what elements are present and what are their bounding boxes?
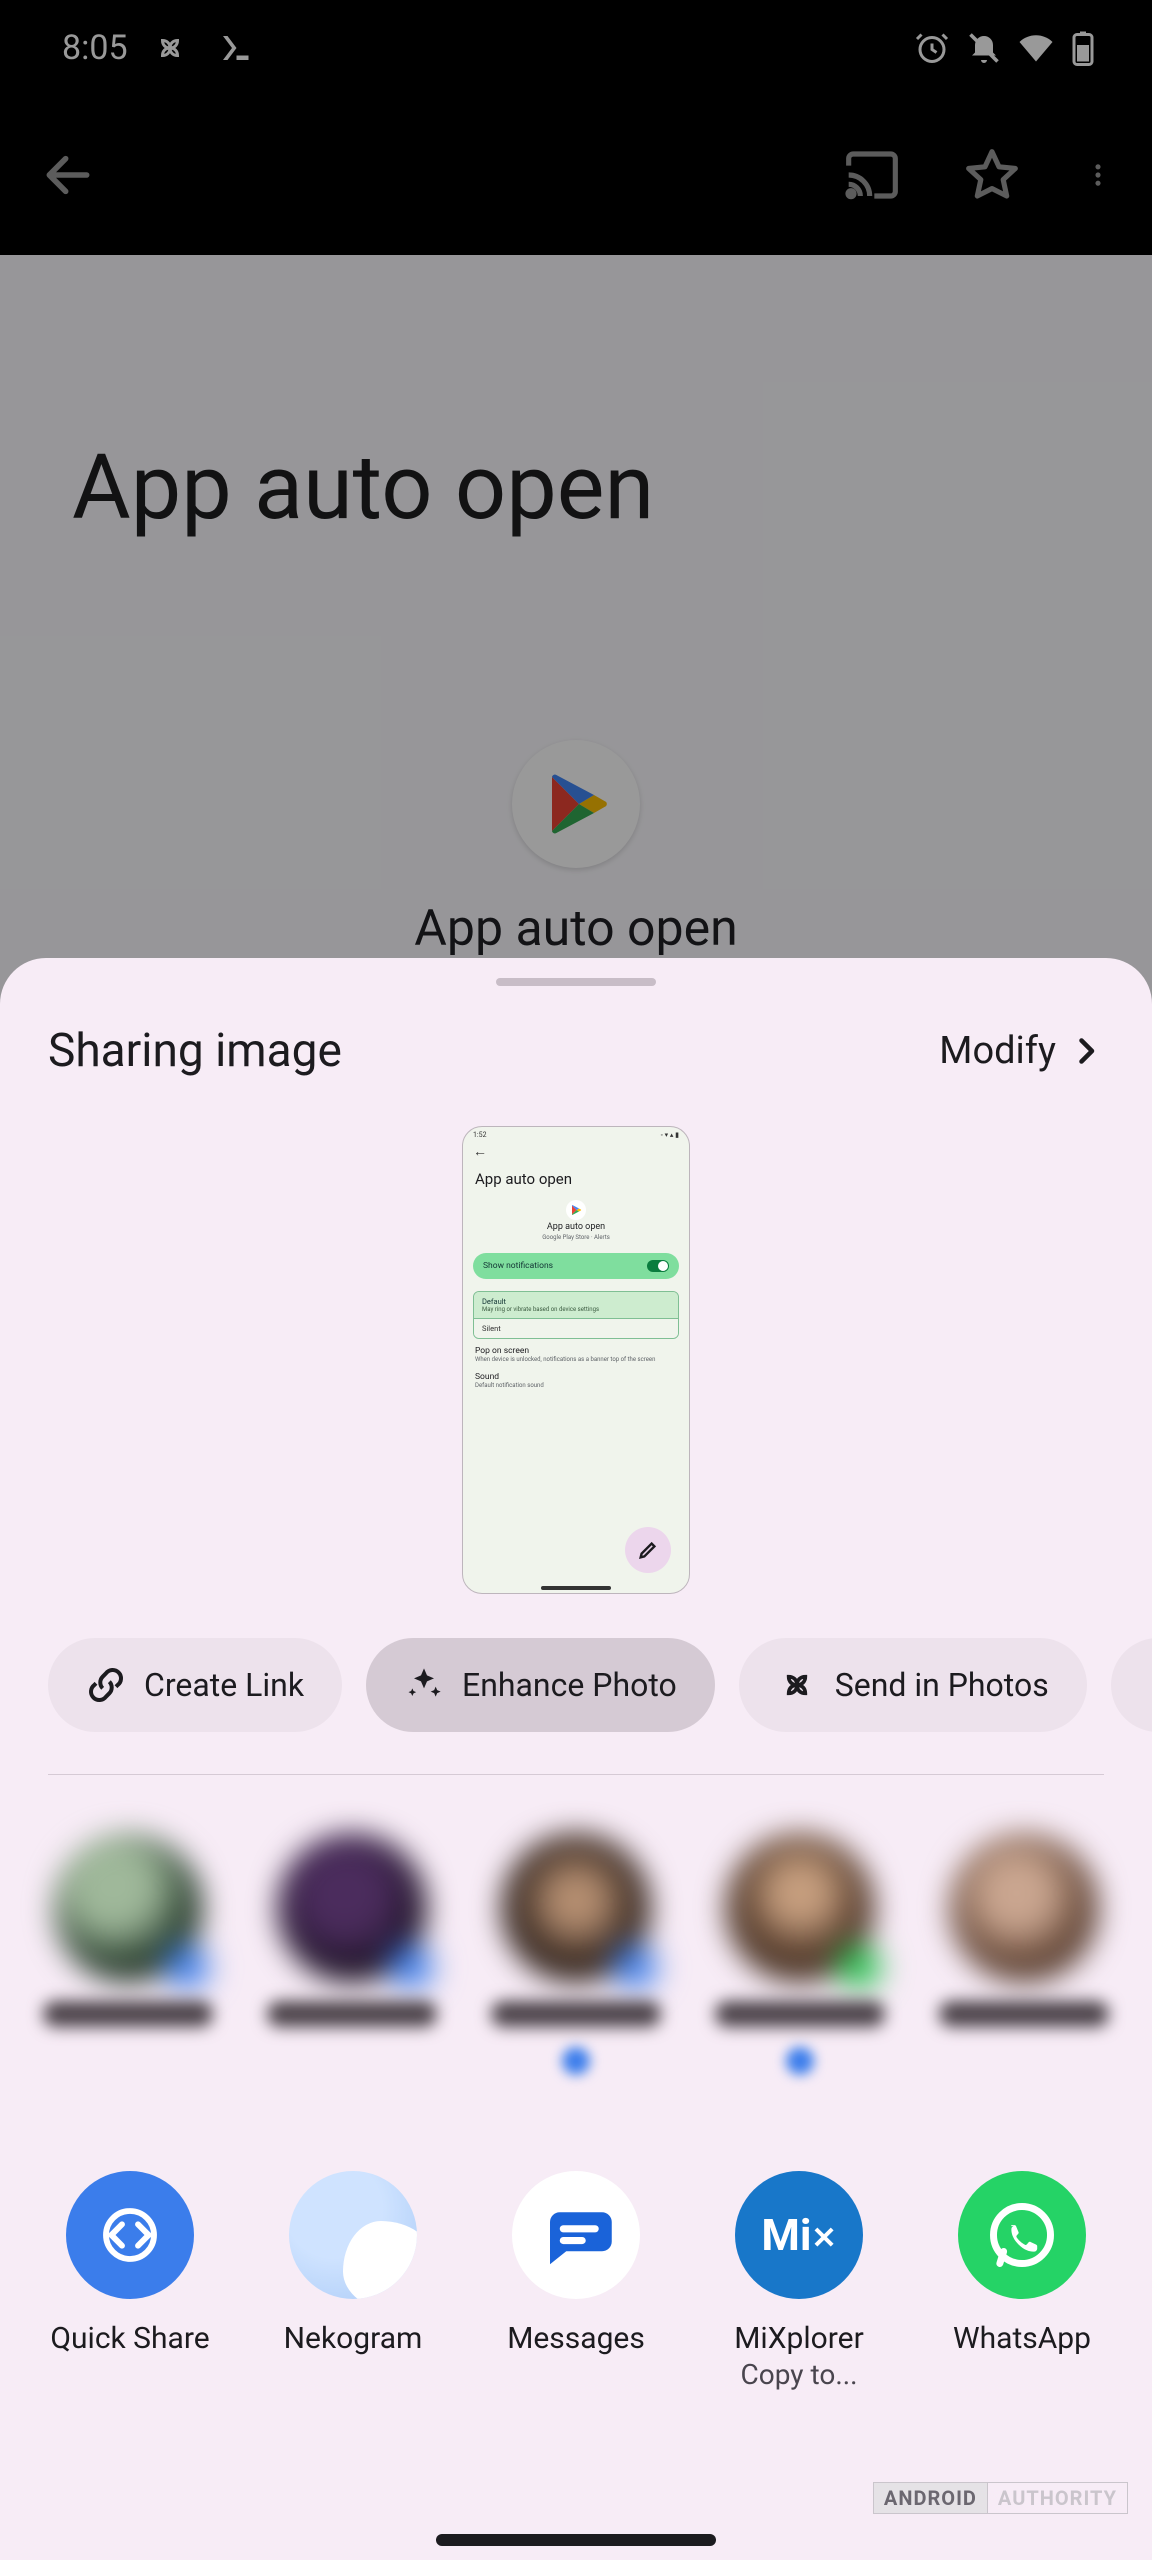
terminal-prompt-icon	[212, 30, 258, 66]
link-icon	[86, 1665, 126, 1705]
whatsapp-icon	[958, 2171, 1086, 2299]
status-time: 8:05	[62, 28, 128, 68]
direct-share-target[interactable]	[252, 1833, 452, 2075]
mini-show-notifications-toggle: Show notifications	[473, 1253, 679, 1279]
quick-share-icon	[66, 2171, 194, 2299]
direct-share-row	[0, 1775, 1152, 2093]
mixplorer-icon: Mi✕	[735, 2171, 863, 2299]
action-chip-row: Create Link Enhance Photo Send in Photos…	[0, 1630, 1152, 1760]
photos-pinwheel-icon	[152, 30, 188, 66]
mini-edit-fab	[625, 1527, 671, 1573]
mixplorer-target[interactable]: Mi✕ MiXplorer Copy to...	[691, 2171, 907, 2391]
direct-share-target[interactable]	[700, 1833, 900, 2075]
modify-label: Modify	[939, 1029, 1056, 1073]
nekogram-target[interactable]: Nekogram	[245, 2171, 461, 2391]
share-sheet: Sharing image Modify 1:52◦ ▾ ▴ ▮ ← App a…	[0, 958, 1152, 2560]
enhance-photo-chip[interactable]: Enhance Photo	[366, 1638, 715, 1732]
quick-share-target[interactable]: Quick Share	[22, 2171, 238, 2391]
add-chip[interactable]: A	[1111, 1638, 1152, 1732]
wifi-icon	[1018, 30, 1054, 66]
star-outline-icon[interactable]	[964, 147, 1020, 203]
back-arrow-icon[interactable]	[40, 147, 96, 203]
whatsapp-target[interactable]: WhatsApp	[914, 2171, 1130, 2391]
cast-icon[interactable]	[844, 147, 900, 203]
status-bar: 8:05	[0, 0, 1152, 95]
battery-icon	[1070, 30, 1096, 66]
app-header	[0, 95, 1152, 255]
mini-play-icon	[566, 1200, 586, 1220]
share-preview-thumbnail[interactable]: 1:52◦ ▾ ▴ ▮ ← App auto open App auto ope…	[462, 1126, 690, 1594]
more-vert-icon[interactable]	[1084, 147, 1112, 203]
drag-handle[interactable]	[496, 978, 656, 986]
alarm-icon	[914, 30, 950, 66]
watermark: ANDROID AUTHORITY	[873, 2482, 1128, 2514]
gesture-bar[interactable]	[436, 2534, 716, 2546]
app-share-row: Quick Share Nekogram Messages Mi✕ MiXplo…	[0, 2093, 1152, 2391]
photos-pinwheel-icon	[777, 1665, 817, 1705]
messages-icon	[512, 2171, 640, 2299]
messages-target[interactable]: Messages	[468, 2171, 684, 2391]
chevron-right-icon	[1068, 1033, 1104, 1069]
play-store-icon	[512, 740, 640, 868]
direct-share-target[interactable]	[28, 1833, 228, 2075]
direct-share-target[interactable]	[476, 1833, 676, 2075]
sparkle-icon	[404, 1665, 444, 1705]
app-name: App auto open	[414, 900, 737, 958]
sheet-title: Sharing image	[48, 1024, 342, 1078]
direct-share-target[interactable]	[924, 1833, 1124, 2075]
page-title: App auto open	[0, 255, 1152, 540]
modify-button[interactable]: Modify	[939, 1029, 1104, 1073]
nekogram-icon	[289, 2171, 417, 2299]
mini-switch-on-icon	[647, 1260, 669, 1272]
mute-icon	[966, 30, 1002, 66]
mini-title: App auto open	[463, 1160, 689, 1196]
send-in-photos-chip[interactable]: Send in Photos	[739, 1638, 1087, 1732]
create-link-chip[interactable]: Create Link	[48, 1638, 342, 1732]
